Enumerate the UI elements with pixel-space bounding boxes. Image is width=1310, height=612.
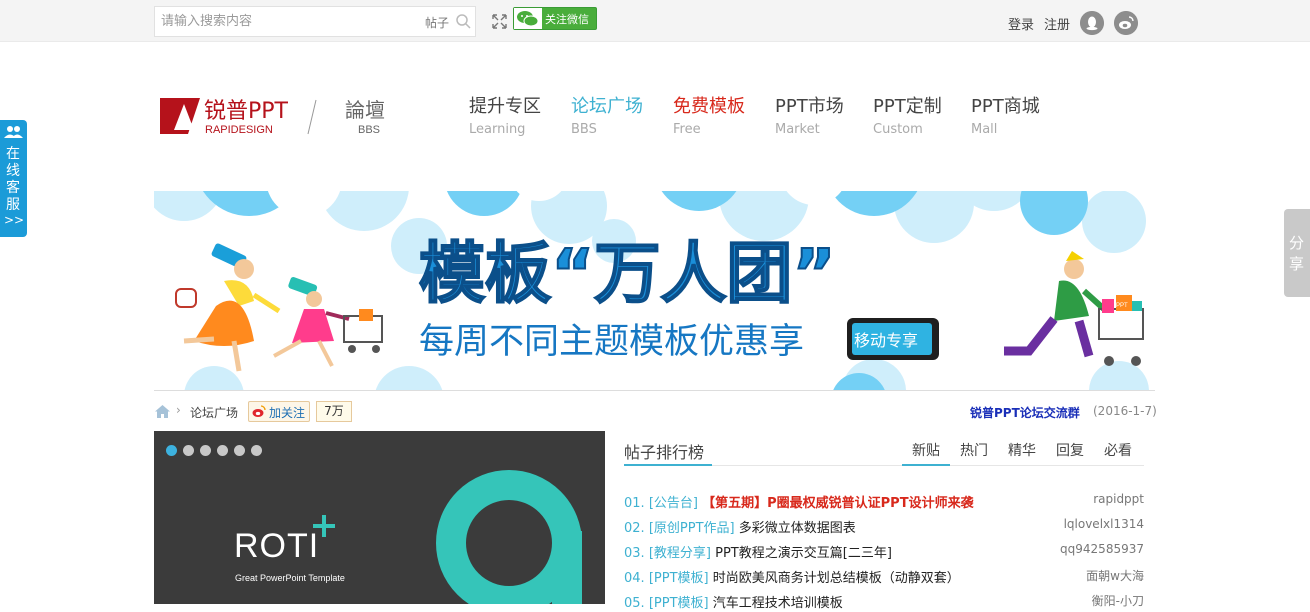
search-input[interactable]: [161, 7, 411, 36]
post-category[interactable]: [教程分享]: [649, 546, 711, 561]
logo-section: 論壇: [345, 98, 385, 122]
post-row[interactable]: 01. [公告台] 【第五期】P圈最权威锐普认证PPT设计师来袭 rapidpp…: [624, 492, 1144, 512]
wechat-icon: [514, 8, 542, 29]
post-number: 03.: [624, 546, 645, 561]
follow-weibo-button[interactable]: 加关注: [248, 401, 310, 422]
online-service-arrow: >>: [4, 213, 25, 227]
nav-sublabel: Learning: [469, 122, 526, 137]
logo-brand-en: RAPIDESIGN: [205, 124, 273, 136]
slide-title: ROTI: [234, 527, 320, 565]
follower-count-badge: 7万: [316, 401, 352, 422]
share-button[interactable]: 分享: [1284, 209, 1310, 297]
post-number: 02.: [624, 521, 645, 536]
search-icon[interactable]: [455, 13, 471, 29]
nav-label: 论坛广场: [571, 96, 643, 117]
nav-label: 免费模板: [673, 96, 745, 117]
qq-icon[interactable]: [1080, 11, 1104, 35]
banner-badge: 移动专享: [854, 331, 918, 350]
post-author[interactable]: rapidppt: [1093, 492, 1144, 506]
banner-shopper-girl-left: [273, 277, 383, 367]
follow-label: 加关注: [269, 406, 306, 420]
follow-wechat-button[interactable]: 关注微信: [513, 7, 597, 30]
post-row[interactable]: 02. [原创PPT作品] 多彩微立体数据图表 lqlovelxl1314: [624, 517, 1144, 537]
breadcrumb-forum[interactable]: 论坛广场: [190, 404, 238, 421]
banner-box-label: PPT: [1116, 303, 1128, 309]
tab-hot[interactable]: 热门: [960, 440, 988, 460]
post-title[interactable]: 时尚欧美风商务计划总结模板（动静双套）: [713, 571, 960, 586]
banner-artwork: 模板“万人团” 每周不同主题模板优惠享 移动专享 PPT: [154, 191, 1149, 390]
logo-section-en: BBS: [358, 124, 380, 136]
wechat-label: 关注微信: [545, 13, 589, 26]
slide-artwork: [313, 470, 582, 604]
tab-new[interactable]: 新贴: [912, 440, 940, 460]
ranking-title: 帖子排行榜: [624, 443, 705, 462]
nav-free[interactable]: 免费模板 Free: [673, 92, 745, 137]
slide-subtitle: Great PowerPoint Template: [235, 573, 345, 583]
post-category[interactable]: [PPT模板]: [649, 571, 709, 586]
search-scope-select[interactable]: 帖子: [425, 14, 449, 31]
post-author[interactable]: lqlovelxl1314: [1064, 517, 1144, 531]
register-link[interactable]: 注册: [1044, 14, 1070, 33]
nav-sublabel: Market: [775, 122, 820, 137]
post-row[interactable]: 03. [教程分享] PPT教程之演示交互篇[二三年] qq942585937: [624, 542, 1144, 562]
banner-shopper-man-right: PPT: [1004, 251, 1144, 366]
banner-shopper-woman-left: [175, 243, 281, 372]
nav-sublabel: Mall: [971, 122, 998, 137]
site-logo[interactable]: 锐普PPT RAPIDESIGN 論壇 BBS: [158, 92, 398, 138]
nav-learning[interactable]: 提升专区 Learning: [469, 92, 541, 137]
nav-sublabel: Free: [673, 122, 701, 137]
post-author[interactable]: 衡阳-小刀: [1092, 592, 1144, 609]
post-category[interactable]: [公告台]: [649, 496, 698, 511]
online-service-button[interactable]: 在线客服 >>: [0, 120, 27, 237]
post-title[interactable]: PPT教程之演示交互篇[二三年]: [715, 546, 892, 561]
online-service-label: 在线客服: [6, 146, 20, 213]
banner-subline: 每周不同主题模板优惠享: [419, 322, 804, 362]
nav-label: PPT定制: [873, 96, 942, 117]
banner-headline: 模板“万人团”: [419, 235, 836, 312]
nav-bbs[interactable]: 论坛广场 BBS: [571, 92, 643, 137]
weibo-icon[interactable]: [1114, 11, 1138, 35]
post-row[interactable]: 05. [PPT模板] 汽车工程技术培训模板 衡阳-小刀: [624, 592, 1144, 612]
weibo-small-icon: [252, 405, 266, 417]
tab-must-read[interactable]: 必看: [1104, 440, 1132, 460]
post-category[interactable]: [原创PPT作品]: [649, 521, 735, 536]
featured-slider[interactable]: ROTI Great PowerPoint Template: [154, 431, 605, 604]
promo-banner[interactable]: 模板“万人团” 每周不同主题模板优惠享 移动专享 PPT: [154, 191, 1155, 391]
ranking-title-underline: [624, 464, 712, 466]
post-author[interactable]: qq942585937: [1060, 542, 1144, 556]
post-number: 01.: [624, 496, 645, 511]
share-label: 分享: [1289, 234, 1305, 273]
post-title[interactable]: 多彩微立体数据图表: [739, 521, 856, 536]
nav-sublabel: BBS: [571, 122, 597, 137]
nav-label: 提升专区: [469, 96, 541, 117]
post-title[interactable]: 【第五期】P圈最权威锐普认证PPT设计师来袭: [702, 496, 973, 511]
tab-replies[interactable]: 回复: [1056, 440, 1084, 460]
tab-featured[interactable]: 精华: [1008, 440, 1036, 460]
nav-mall[interactable]: PPT商城 Mall: [971, 92, 1040, 137]
forum-group-date: (2016-1-7): [1093, 404, 1157, 418]
fullscreen-icon[interactable]: [492, 14, 507, 29]
post-author[interactable]: 面朝w大海: [1086, 567, 1144, 584]
post-number: 04.: [624, 571, 645, 586]
nav-market[interactable]: PPT市场 Market: [775, 92, 844, 137]
post-row[interactable]: 04. [PPT模板] 时尚欧美风商务计划总结模板（动静双套） 面朝w大海: [624, 567, 1144, 587]
breadcrumb-separator: ›: [176, 403, 181, 417]
active-tab-underline: [902, 464, 950, 466]
forum-group-link[interactable]: 锐普PPT论坛交流群: [970, 404, 1080, 421]
login-link[interactable]: 登录: [1008, 14, 1034, 33]
nav-custom[interactable]: PPT定制 Custom: [873, 92, 942, 137]
nav-label: PPT市场: [775, 96, 844, 117]
search-box: 帖子: [154, 6, 476, 37]
home-icon[interactable]: [155, 405, 170, 418]
top-bar: 帖子 关注微信 登录 注册: [0, 0, 1310, 42]
nav-sublabel: Custom: [873, 122, 923, 137]
logo-brand: 锐普PPT: [204, 99, 289, 124]
people-icon: [4, 126, 23, 138]
nav-label: PPT商城: [971, 96, 1040, 117]
